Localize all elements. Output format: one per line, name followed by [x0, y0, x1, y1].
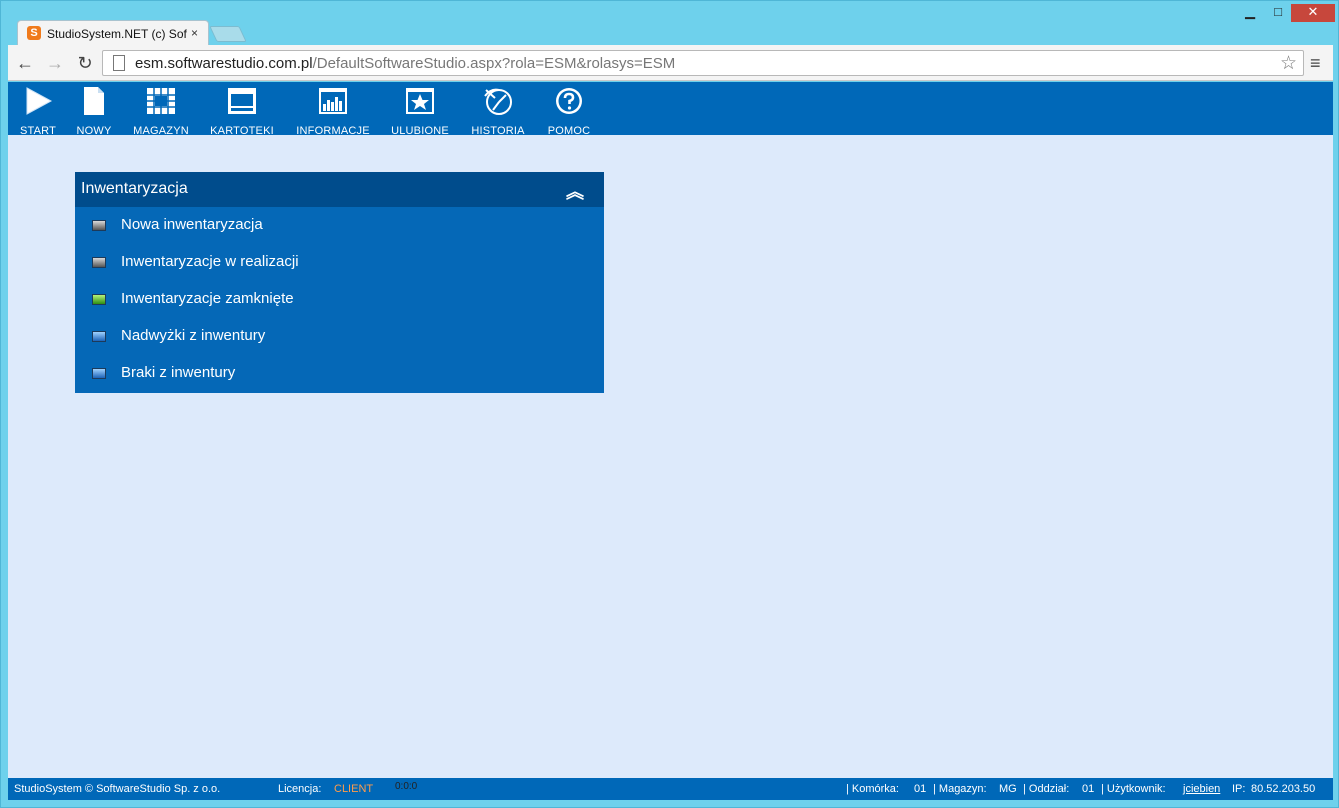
history-label: HISTORIA [471, 125, 525, 137]
status-bar: StudioSystem © SoftwareStudio Sp. z o.o.… [8, 778, 1333, 800]
user-link[interactable]: jciebien [1183, 783, 1220, 795]
menu-item-label: Inwentaryzacje w realizacji [121, 253, 299, 270]
menu-item-closed[interactable]: Inwentaryzacje zamknięte [75, 284, 604, 314]
collapse-chevrons-icon[interactable]: ︽ [566, 178, 584, 204]
play-icon [26, 87, 53, 115]
page-icon [113, 55, 125, 71]
maximize-button[interactable]: □ [1265, 4, 1291, 22]
tab-close-icon[interactable]: × [191, 26, 198, 40]
bar-chart-icon [319, 88, 347, 114]
panel-header[interactable]: Inwentaryzacja ︽ [75, 172, 604, 207]
tab-strip: S StudioSystem.NET (c) Soft × ▁ □ ✕ [1, 1, 1339, 46]
gray-bullet-icon [92, 257, 106, 268]
blue-bullet-icon [92, 331, 106, 342]
help-label: POMOC [547, 125, 591, 137]
copyright-text: StudioSystem © SoftwareStudio Sp. z o.o. [14, 783, 221, 795]
bookmark-star-icon[interactable]: ☆ [1280, 52, 1297, 75]
close-window-button[interactable]: ✕ [1291, 4, 1335, 22]
new-button[interactable]: NOWY [72, 86, 116, 137]
cell-label: | Komórka: [846, 783, 899, 795]
favorites-button[interactable]: ULUBIONE [388, 86, 452, 137]
card-files-label: KARTOTEKI [210, 125, 274, 137]
panel-title: Inwentaryzacja [81, 180, 188, 197]
history-icon [484, 88, 512, 115]
warehouse-button[interactable]: MAGAZYN [128, 86, 194, 137]
browser-tab[interactable]: S StudioSystem.NET (c) Soft × [17, 20, 209, 46]
browser-toolbar: ← → ↻ esm.softwarestudio.com.pl/DefaultS… [8, 45, 1333, 81]
back-icon[interactable]: ← [14, 53, 36, 74]
reload-icon[interactable]: ↻ [74, 53, 96, 74]
gray-bullet-icon [92, 220, 106, 231]
app-toolbar: START NOWY MAGAZYN KARTOTEKI INFORMACJE … [8, 82, 1333, 137]
app-content: START NOWY MAGAZYN KARTOTEKI INFORMACJE … [8, 82, 1333, 800]
menu-item-label: Inwentaryzacje zamknięte [121, 290, 294, 307]
blue-bullet-icon [92, 368, 106, 379]
favorites-label: ULUBIONE [391, 125, 449, 137]
branch-value: 01 [1082, 783, 1095, 795]
browser-window: S StudioSystem.NET (c) Soft × ▁ □ ✕ ← → … [0, 0, 1339, 808]
address-bar[interactable]: esm.softwarestudio.com.pl/DefaultSoftwar… [102, 50, 1304, 76]
tab-title: StudioSystem.NET (c) Soft [47, 27, 187, 41]
warehouse-grid-icon [147, 88, 175, 114]
start-label: START [19, 125, 57, 137]
start-button[interactable]: START [16, 86, 60, 137]
browser-menu-icon[interactable]: ≡ [1310, 53, 1321, 74]
menu-item-label: Nadwyżki z inwentury [121, 327, 266, 344]
new-document-icon [84, 87, 104, 115]
warehouse-status-label: | Magazyn: [933, 783, 987, 795]
menu-item-surpluses[interactable]: Nadwyżki z inwentury [75, 321, 604, 351]
new-label: NOWY [76, 125, 112, 137]
history-button[interactable]: HISTORIA [466, 86, 530, 137]
session-timer: 0:0:0 [395, 781, 418, 792]
information-label: INFORMACJE [296, 125, 370, 137]
license-value: CLIENT [334, 783, 374, 795]
license-label: Licencja: [278, 783, 322, 795]
url-host: esm.softwarestudio.com.pl [135, 55, 313, 72]
menu-item-new-inventory[interactable]: Nowa inwentaryzacja [75, 210, 604, 240]
studiosystem-favicon-icon: S [27, 26, 41, 40]
cell-value: 01 [914, 783, 927, 795]
menu-item-label: Nowa inwentaryzacja [121, 216, 263, 233]
menu-item-shortages[interactable]: Braki z inwentury [75, 358, 604, 388]
card-file-icon [228, 88, 256, 114]
minimize-button[interactable]: ▁ [1237, 4, 1263, 22]
green-bullet-icon [92, 294, 106, 305]
inventory-panel: Inwentaryzacja ︽ Nowa inwentaryzacja Inw… [75, 172, 604, 393]
warehouse-status-value: MG [999, 783, 1017, 795]
help-button[interactable]: POMOC [544, 86, 594, 137]
information-button[interactable]: INFORMACJE [294, 86, 372, 137]
star-icon [406, 88, 434, 114]
menu-item-label: Braki z inwentury [121, 364, 236, 381]
branch-label: | Oddział: [1023, 783, 1070, 795]
new-tab-button[interactable] [209, 26, 247, 42]
ip-label: IP: [1232, 783, 1246, 795]
url-text[interactable]: esm.softwarestudio.com.pl/DefaultSoftwar… [135, 55, 675, 72]
forward-icon[interactable]: → [44, 53, 66, 74]
help-icon [556, 88, 582, 114]
warehouse-label: MAGAZYN [133, 125, 189, 137]
card-files-button[interactable]: KARTOTEKI [206, 86, 278, 137]
url-path: /DefaultSoftwareStudio.aspx?rola=ESM&rol… [312, 55, 676, 72]
ip-value: 80.52.203.50 [1251, 783, 1316, 795]
user-label: | Użytkownik: [1101, 783, 1166, 795]
menu-item-in-progress[interactable]: Inwentaryzacje w realizacji [75, 247, 604, 277]
